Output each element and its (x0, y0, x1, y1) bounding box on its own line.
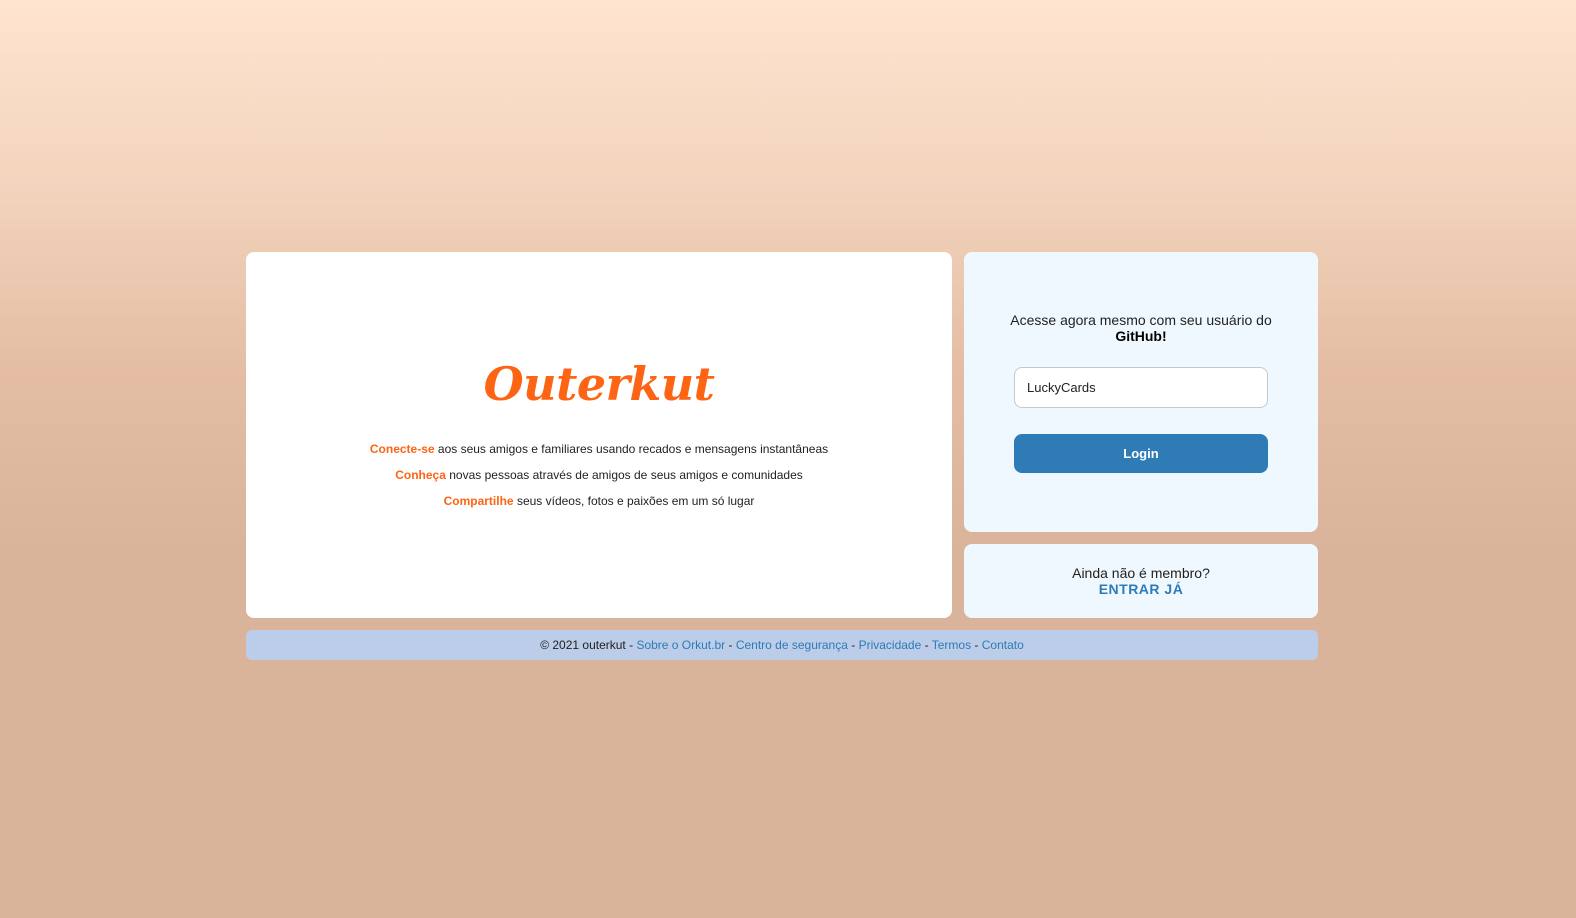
taglines: Conecte-se aos seus amigos e familiares … (246, 440, 952, 518)
github-label: GitHub (1115, 328, 1162, 344)
tagline-text: seus vídeos, fotos e paixões em um só lu… (513, 494, 755, 508)
tagline-highlight: Compartilhe (443, 494, 514, 508)
tagline-text: aos seus amigos e familiares usando reca… (434, 442, 829, 456)
tagline-meet: Conheça novas pessoas através de amigos … (246, 466, 952, 492)
github-username-input[interactable] (1014, 367, 1268, 408)
login-prompt: Acesse agora mesmo com seu usuário do Gi… (1004, 312, 1278, 344)
copyright: © 2021 outerkut - (540, 638, 637, 652)
footer: © 2021 outerkut - Sobre o Orkut.br - Cen… (246, 630, 1318, 660)
login-button[interactable]: Login (1014, 434, 1268, 473)
footer-link-contact[interactable]: Contato (982, 638, 1024, 652)
footer-link-privacy[interactable]: Privacidade (859, 638, 922, 652)
login-prompt-text: Acesse agora mesmo com seu usuário do (1010, 312, 1272, 328)
login-card: Acesse agora mesmo com seu usuário do Gi… (964, 252, 1318, 532)
tagline-share: Compartilhe seus vídeos, fotos e paixões… (246, 492, 952, 518)
footer-separator: - (921, 638, 932, 652)
signup-card: Ainda não é membro? ENTRAR JÁ (964, 544, 1318, 618)
footer-link-about[interactable]: Sobre o Orkut.br (636, 638, 725, 652)
footer-separator: - (971, 638, 982, 652)
footer-separator: - (725, 638, 736, 652)
outerkut-logo: Outerkut (483, 357, 715, 411)
footer-link-terms[interactable]: Termos (932, 638, 971, 652)
login-prompt-exclaim: ! (1161, 328, 1167, 344)
signup-link[interactable]: ENTRAR JÁ (1099, 581, 1184, 597)
tagline-highlight: Conheça (395, 468, 446, 482)
tagline-highlight: Conecte-se (369, 442, 435, 456)
footer-link-safety[interactable]: Centro de segurança (736, 638, 848, 652)
tagline-text: novas pessoas através de amigos de seus … (445, 468, 803, 482)
intro-card: Outerkut Conecte-se aos seus amigos e fa… (246, 252, 952, 618)
signup-question: Ainda não é membro? (1072, 565, 1210, 581)
tagline-connect: Conecte-se aos seus amigos e familiares … (246, 440, 952, 466)
footer-separator: - (847, 638, 859, 652)
